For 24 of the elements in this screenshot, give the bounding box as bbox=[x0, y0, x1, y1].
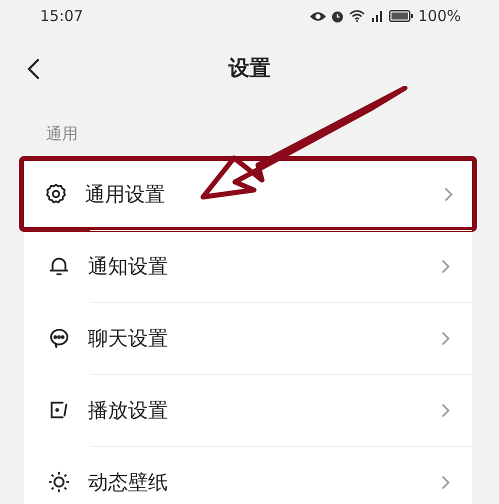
chevron-icon bbox=[441, 474, 450, 490]
section-label: 通用 bbox=[45, 123, 79, 145]
gear-icon bbox=[45, 183, 67, 205]
settings-item[interactable]: 通用设置 bbox=[21, 158, 475, 230]
sun-icon bbox=[48, 471, 70, 493]
chevron-icon bbox=[441, 402, 450, 418]
battery-icon bbox=[389, 10, 414, 22]
settings-item[interactable]: 通知设置 bbox=[24, 230, 472, 302]
chevron-icon bbox=[441, 258, 450, 274]
battery-percent: 100% bbox=[418, 7, 461, 25]
status-time: 15:07 bbox=[40, 7, 84, 25]
signal-icon bbox=[370, 10, 384, 22]
settings-item[interactable]: 动态壁纸 bbox=[24, 446, 472, 504]
chevron-icon bbox=[441, 330, 450, 346]
chat-bubble-icon bbox=[48, 327, 70, 349]
settings-item[interactable]: 播放设置 bbox=[24, 374, 472, 446]
wifi-icon bbox=[349, 10, 366, 22]
settings-item[interactable]: 聊天设置 bbox=[24, 302, 472, 374]
bell-icon bbox=[48, 255, 70, 277]
eye-icon bbox=[310, 10, 326, 22]
video-frame-icon bbox=[48, 399, 70, 421]
alarm-icon bbox=[331, 10, 344, 22]
chevron-icon bbox=[444, 186, 453, 202]
page-title: 设置 bbox=[228, 55, 270, 82]
